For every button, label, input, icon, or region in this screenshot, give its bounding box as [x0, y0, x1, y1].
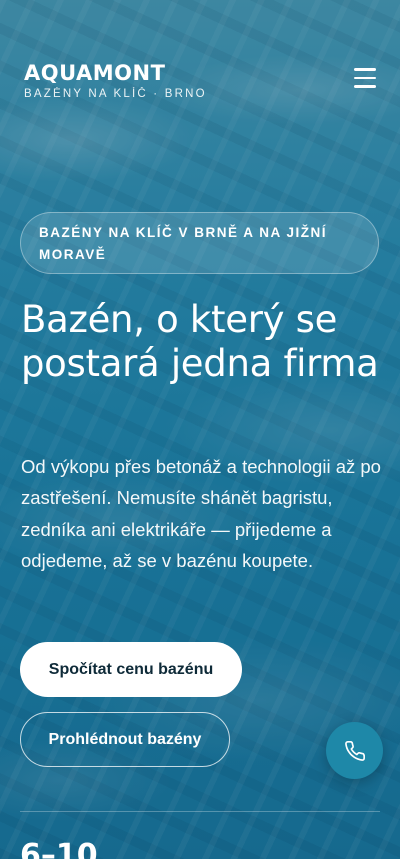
call-button[interactable] — [326, 722, 383, 779]
browse-pools-button[interactable]: Prohlédnout bazény — [20, 712, 230, 767]
phone-icon — [344, 740, 365, 761]
calculate-price-button[interactable]: Spočítat cenu bazénu — [20, 642, 242, 697]
brand-logo[interactable]: AQUAMONT BAZÉNY NA KLÍČ · BRNO — [24, 60, 207, 100]
stat-value: 6–10 — [20, 838, 98, 859]
section-divider — [20, 811, 380, 812]
hero-headline: Bazén, o který se postará jedna firma — [21, 298, 379, 385]
brand-tagline: BAZÉNY NA KLÍČ · BRNO — [24, 88, 207, 100]
menu-bar — [354, 68, 376, 71]
hero-lead-text: Od výkopu přes betonáž a technologii až … — [21, 456, 381, 571]
hamburger-menu-icon[interactable] — [354, 68, 376, 88]
hero-section: AQUAMONT BAZÉNY NA KLÍČ · BRNO BAZÉNY NA… — [0, 0, 400, 859]
brand-name: AQUAMONT — [24, 61, 166, 85]
hero-badge: BAZÉNY NA KLÍČ V BRNĚ A NA JIŽNÍ MORAVĚ — [20, 212, 379, 274]
menu-bar — [354, 85, 376, 88]
menu-bar — [354, 76, 376, 79]
